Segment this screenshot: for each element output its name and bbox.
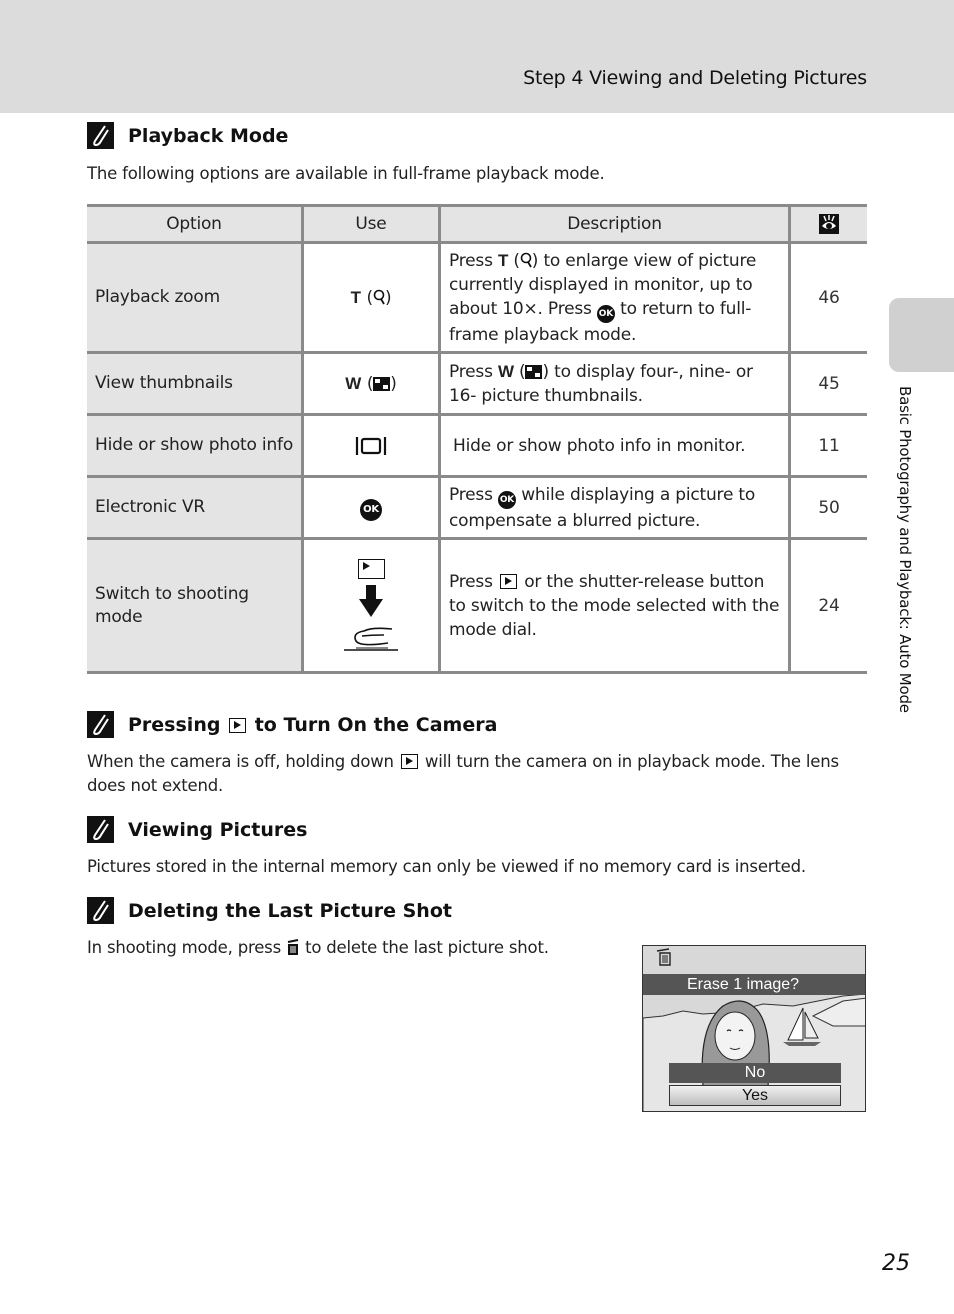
table-row: Playback zoom T () Press T () to enlarge… bbox=[87, 241, 867, 354]
section-title-deleting-last: Deleting the Last Picture Shot bbox=[87, 897, 452, 924]
ok-button-icon: OK bbox=[360, 498, 382, 521]
down-arrow-icon bbox=[359, 584, 383, 617]
table-row: View thumbnails W () Press W () to displ… bbox=[87, 351, 867, 416]
viewing-pictures-body: Pictures stored in the internal memory c… bbox=[87, 857, 806, 876]
note-paperclip-icon bbox=[87, 711, 114, 738]
ok-button-icon: OK bbox=[596, 304, 615, 323]
use-cell: W () bbox=[301, 351, 441, 416]
option-cell: Electronic VR bbox=[87, 475, 304, 540]
deleting-last-body: In shooting mode, press to delete the la… bbox=[87, 938, 549, 957]
side-tab bbox=[889, 298, 954, 372]
erase-option-yes[interactable]: Yes bbox=[669, 1085, 841, 1106]
use-cell: OK bbox=[301, 475, 441, 540]
chapter-title: Step 4 Viewing and Deleting Pictures bbox=[523, 67, 867, 89]
table-row: Electronic VR OK Press OK while displayi… bbox=[87, 475, 867, 540]
erase-option-no[interactable]: No bbox=[669, 1063, 841, 1083]
play-button-icon bbox=[357, 558, 385, 579]
play-button-icon bbox=[229, 717, 247, 733]
page-ref-cell: 50 bbox=[788, 475, 867, 540]
pressing-play-body: When the camera is off, holding down wil… bbox=[87, 752, 839, 795]
note-paperclip-icon bbox=[87, 122, 114, 149]
table-row: Hide or show photo info Hide or show pho… bbox=[87, 413, 867, 478]
page-ref-cell: 46 bbox=[788, 241, 867, 354]
side-tab-label: Basic Photography and Playback: Auto Mod… bbox=[896, 386, 914, 713]
option-cell: Hide or show photo info bbox=[87, 413, 304, 478]
description-cell: Press or the shutter-release button to s… bbox=[438, 537, 791, 674]
section-title-pressing-play: Pressing to Turn On the Camera bbox=[87, 711, 497, 738]
section-title-viewing-pictures: Viewing Pictures bbox=[87, 816, 307, 843]
page-ref-cell: 11 bbox=[788, 413, 867, 478]
camera-erase-screen: Erase 1 image? No Yes bbox=[642, 945, 866, 1112]
page-ref-cell: 24 bbox=[788, 537, 867, 674]
reference-eye-icon bbox=[819, 214, 839, 234]
playback-options-table: Option Use Description Playback zoom T (… bbox=[87, 204, 867, 674]
erase-prompt: Erase 1 image? bbox=[643, 974, 865, 995]
display-button-icon bbox=[355, 436, 387, 455]
ok-button-icon: OK bbox=[497, 490, 516, 509]
w-key-label: W bbox=[345, 373, 362, 393]
t-key-label: T bbox=[350, 287, 361, 307]
magnifier-icon bbox=[373, 289, 385, 304]
trash-icon bbox=[287, 939, 299, 955]
play-button-icon bbox=[400, 754, 418, 769]
use-cell: T () bbox=[301, 241, 441, 354]
thumbnail-grid-icon bbox=[525, 364, 543, 379]
page-ref-cell: 45 bbox=[788, 351, 867, 416]
header-use: Use bbox=[301, 204, 441, 244]
option-cell: View thumbnails bbox=[87, 351, 304, 416]
page-header: Step 4 Viewing and Deleting Pictures bbox=[0, 0, 954, 113]
section-title-playback-mode: Playback Mode bbox=[87, 122, 288, 149]
play-button-icon bbox=[499, 573, 517, 589]
description-cell: Press T () to enlarge view of picture cu… bbox=[438, 241, 791, 354]
header-option: Option bbox=[87, 204, 304, 244]
use-cell bbox=[301, 413, 441, 478]
description-cell: Press W () to display four-, nine- or 16… bbox=[438, 351, 791, 416]
table-header-row: Option Use Description bbox=[87, 204, 867, 244]
note-paperclip-icon bbox=[87, 816, 114, 843]
header-description: Description bbox=[438, 204, 791, 244]
option-cell: Playback zoom bbox=[87, 241, 304, 354]
note-paperclip-icon bbox=[87, 897, 114, 924]
use-cell bbox=[301, 537, 441, 674]
option-cell: Switch to shooting mode bbox=[87, 537, 304, 674]
shutter-press-finger-icon bbox=[344, 627, 398, 651]
table-row: Switch to shooting mode Press or the shu… bbox=[87, 537, 867, 674]
playback-mode-intro: The following options are available in f… bbox=[87, 164, 605, 183]
description-cell: Hide or show photo info in monitor. bbox=[438, 413, 791, 478]
magnifier-icon bbox=[520, 252, 532, 267]
description-cell: Press OK while displaying a picture to c… bbox=[438, 475, 791, 540]
header-page-ref bbox=[788, 204, 867, 244]
page-number: 25 bbox=[882, 1251, 910, 1276]
thumbnail-grid-icon bbox=[373, 376, 391, 391]
